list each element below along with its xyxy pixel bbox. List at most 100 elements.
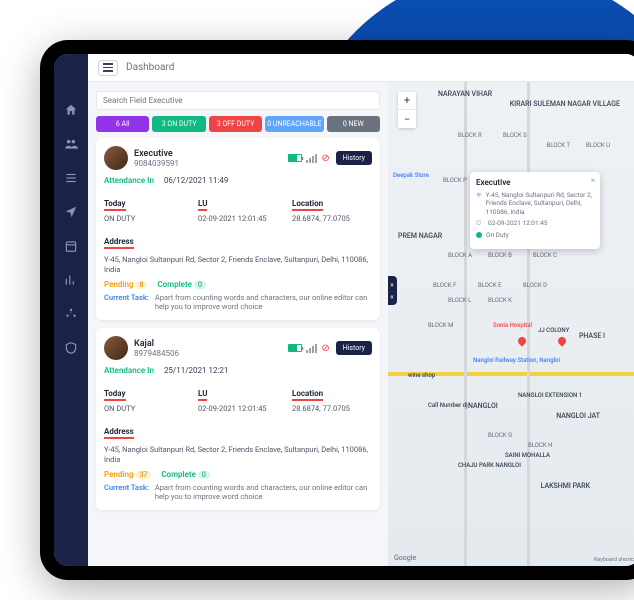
location-value: 28.6874, 77.0705 [292, 214, 372, 223]
map-block-label: BLOCK A [448, 252, 472, 259]
map-block-label: BLOCK P [443, 177, 467, 184]
map-area-label: PREM NAGAR [398, 232, 442, 240]
location-pin-icon: ⎈ [476, 191, 482, 216]
sidebar-security[interactable] [63, 340, 79, 356]
expand-icon[interactable]: » [390, 280, 394, 289]
lu-label: LU [198, 199, 207, 211]
popup-status: On Duty [486, 231, 509, 239]
topbar: Dashboard [88, 54, 634, 82]
map-panel[interactable]: NARAYAN VIHAR KIRARI SULEMAN NAGAR VILLA… [388, 82, 634, 566]
status-dot-icon [476, 232, 482, 238]
history-button[interactable]: History [336, 341, 372, 355]
menu-toggle[interactable] [98, 60, 118, 76]
sidebar-nav [54, 54, 88, 566]
attendance-label: Attendance In [104, 176, 154, 185]
attendance-time: 06/12/2021 11:49 [164, 176, 228, 185]
sidebar-analytics[interactable] [63, 272, 79, 288]
location-value: 28.6874, 77.0705 [292, 404, 372, 413]
search-row [88, 82, 388, 116]
map-area-label: CHAJU PARK NANGLOI [458, 462, 521, 469]
zoom-out-button[interactable]: − [398, 110, 416, 128]
map-block-label: BLOCK T [546, 142, 570, 149]
main-content: Dashboard 6 All 3 ON DUTY 3 OFF DUTY 0 U… [88, 54, 634, 566]
map-block-label: BLOCK G [488, 432, 512, 439]
today-value: ON DUTY [104, 404, 184, 413]
panel-collapse-handle: » « [388, 276, 397, 305]
map-block-label: BLOCK K [488, 297, 512, 304]
filter-unreachable[interactable]: 0 UNREACHABLE [265, 116, 323, 132]
executive-list[interactable]: Executive 9084039591 ⊘ History Attendanc… [88, 138, 388, 566]
tablet-frame: Dashboard 6 All 3 ON DUTY 3 OFF DUTY 0 U… [40, 40, 634, 580]
status-icons: ⊘ [288, 343, 329, 354]
battery-icon [288, 154, 302, 162]
map-block-label: BLOCK L [448, 297, 471, 304]
today-label: Today [104, 389, 126, 401]
map-block-label: BLOCK M [428, 322, 453, 329]
sidebar-users[interactable] [63, 136, 79, 152]
address-label: Address [104, 427, 134, 439]
map-block-label: BLOCK D [523, 282, 547, 289]
collapse-icon[interactable]: « [390, 292, 394, 301]
task-label: Current Task: [104, 483, 149, 503]
map-block-label: BLOCK S [503, 132, 527, 139]
zoom-in-button[interactable]: + [398, 92, 416, 110]
attendance-label: Attendance In [104, 366, 154, 375]
map-block-label: BLOCK E [478, 282, 501, 289]
map-block-label: BLOCK C [533, 252, 557, 259]
avatar [104, 336, 128, 360]
signal-icon [306, 154, 317, 163]
map-block-label: BLOCK F [433, 282, 456, 289]
page-title: Dashboard [126, 62, 174, 73]
filter-off-duty[interactable]: 3 OFF DUTY [209, 116, 262, 132]
executive-card[interactable]: Kajal 8979484506 ⊘ History Attendance In… [96, 328, 380, 510]
map-block-label: BLOCK U [586, 142, 610, 149]
sidebar-list[interactable] [63, 170, 79, 186]
lu-value: 02-09-2021 12:01:45 [198, 214, 278, 223]
address-value: Y-45, Nangloi Sultanpuri Rd, Sector 2, F… [104, 255, 372, 275]
map-area-label: JJ COLONY [538, 327, 569, 334]
popup-address: Y-45, Nangloi Sultanpuri Rd, Sector 2, F… [486, 191, 594, 216]
executive-name: Executive [134, 149, 282, 159]
sidebar-home[interactable] [63, 102, 79, 118]
history-button[interactable]: History [336, 151, 372, 165]
map-area-label: Deepak Store [393, 172, 429, 179]
task-text: Apart from counting words and characters… [155, 483, 372, 503]
content-area: 6 All 3 ON DUTY 3 OFF DUTY 0 UNREACHABLE… [88, 82, 634, 566]
google-logo: Google [394, 554, 416, 562]
map-area-label: Call Number dj [428, 402, 468, 409]
today-label: Today [104, 199, 126, 211]
map-footer-text: Keyboard shortc [594, 557, 634, 563]
location-label: Location [292, 389, 323, 401]
map-marker[interactable] [558, 337, 568, 347]
wifi-off-icon: ⊘ [321, 153, 329, 164]
clock-icon: ⏲ [476, 219, 484, 228]
filter-bar: 6 All 3 ON DUTY 3 OFF DUTY 0 UNREACHABLE… [88, 116, 388, 138]
task-text: Apart from counting words and characters… [155, 293, 372, 313]
screen: Dashboard 6 All 3 ON DUTY 3 OFF DUTY 0 U… [54, 54, 634, 566]
map-marker[interactable] [518, 337, 528, 347]
executive-card[interactable]: Executive 9084039591 ⊘ History Attendanc… [96, 138, 380, 320]
task-label: Current Task: [104, 293, 149, 313]
close-icon[interactable]: × [591, 176, 595, 185]
executive-panel: 6 All 3 ON DUTY 3 OFF DUTY 0 UNREACHABLE… [88, 82, 388, 566]
sidebar-location[interactable] [63, 204, 79, 220]
avatar [104, 146, 128, 170]
complete-label: Complete [161, 470, 196, 479]
search-input[interactable] [96, 91, 380, 110]
sidebar-calendar[interactable] [63, 238, 79, 254]
sidebar-network[interactable] [63, 306, 79, 322]
filter-all[interactable]: 6 All [96, 116, 149, 132]
map-area-label: Sonia Hospital [493, 322, 532, 329]
lu-label: LU [198, 389, 207, 401]
filter-on-duty[interactable]: 3 ON DUTY [152, 116, 205, 132]
executive-phone: 8979484506 [134, 349, 282, 358]
battery-icon [288, 344, 302, 352]
pending-count: 37 [135, 471, 151, 479]
map-info-popup: × Executive ⎈ Y-45, Nangloi Sultanpuri R… [470, 172, 600, 249]
address-value: Y-45, Nangloi Sultanpuri Rd, Sector 2, F… [104, 445, 372, 465]
location-label: Location [292, 199, 323, 211]
filter-new[interactable]: 0 NEW [327, 116, 380, 132]
map-area-label: NARAYAN VIHAR [438, 90, 492, 98]
status-icons: ⊘ [288, 153, 329, 164]
wifi-off-icon: ⊘ [321, 343, 329, 354]
